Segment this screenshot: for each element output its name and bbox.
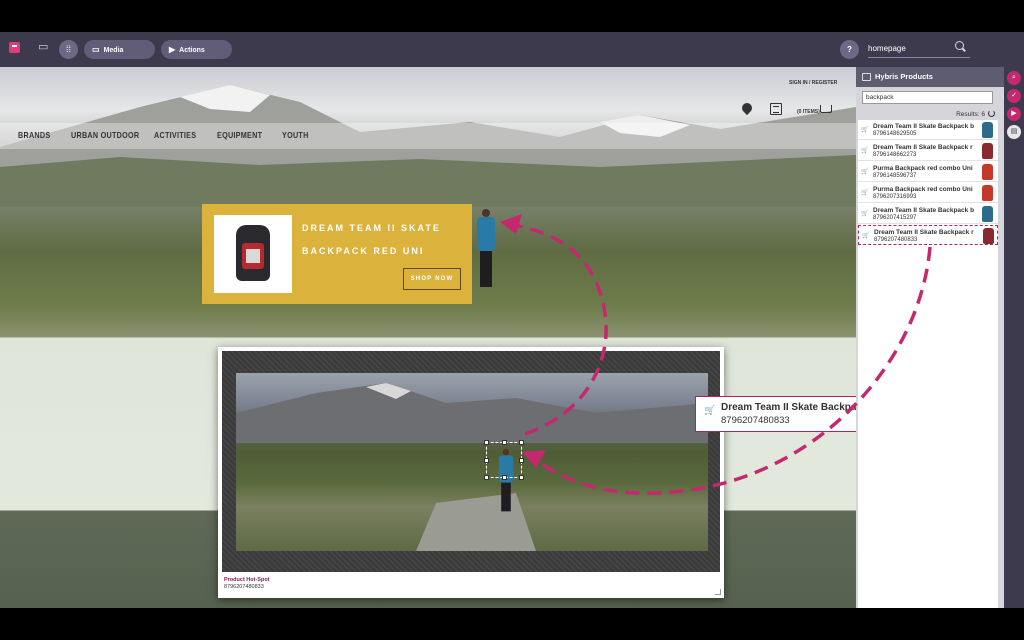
refresh-icon[interactable] — [988, 110, 995, 117]
product-name: Dream Team II Skate Backpack b — [873, 207, 975, 214]
hotspot-selection[interactable] — [484, 440, 524, 480]
panel-header: Hybris Products — [856, 67, 1004, 87]
product-code: 8796207415297 — [873, 215, 917, 221]
media-button[interactable]: ▭ Media — [84, 40, 155, 59]
hybris-products-panel: Hybris Products Results: 6 🛒 Dream Team I… — [856, 67, 1004, 608]
apps-grid-icon[interactable]: ⁞⁞ — [59, 40, 78, 59]
media-label: Media — [103, 47, 124, 54]
list-item[interactable]: 🛒 Dream Team II Skate Backpack b 879614862… — [858, 120, 998, 140]
list-item[interactable]: 🛒 Purma Backpack red combo Uni 87961485967… — [858, 162, 998, 182]
results-count: Results: 6 — [862, 110, 995, 118]
wishlist-icon[interactable] — [770, 103, 782, 115]
cart-icon: 🛒 — [861, 148, 869, 154]
search-icon[interactable] — [955, 41, 964, 50]
product-code: 8796148596737 — [873, 173, 917, 179]
search-icon[interactable]: ⌕ — [1007, 71, 1021, 85]
cart-icon: 🛒 — [862, 233, 870, 239]
product-name: Dream Team II Skate Backpack b — [873, 123, 975, 130]
top-toolbar: ▭ ⁞⁞ ▭ Media ▶ Actions ? — [0, 32, 1024, 67]
shop-now-button[interactable]: SHOP NOW — [403, 268, 461, 290]
cart-icon[interactable] — [820, 105, 832, 113]
product-thumbnail — [982, 185, 993, 201]
product-thumbnail — [982, 206, 993, 222]
media-icon: ▭ — [92, 45, 100, 54]
actions-label: Actions — [179, 47, 205, 54]
product-banner[interactable]: DREAM TEAM II SKATE BACKPACK RED UNI SHO… — [202, 204, 472, 304]
product-name: Purma Backpack red combo Uni — [873, 165, 973, 172]
dragged-product-code: 8796207480833 — [721, 415, 790, 426]
product-code: 8796148629505 — [873, 131, 917, 137]
product-search-input[interactable] — [862, 91, 993, 104]
backpack-image — [214, 215, 292, 293]
product-thumbnail — [982, 143, 993, 159]
device-preview-icon[interactable]: ▭ — [38, 40, 48, 53]
right-rail: ⌕ ✓ ▶ ▤ — [1004, 67, 1024, 608]
results-label: Results: 6 — [956, 111, 985, 118]
hotspot-canvas — [222, 351, 720, 572]
video-icon[interactable]: ▶ — [1007, 107, 1021, 121]
nav-brands[interactable]: BRANDS — [18, 130, 50, 140]
cart-icon: 🛒 — [861, 169, 869, 175]
resize-handle[interactable] — [715, 589, 721, 595]
nav-youth[interactable]: YOUTH — [282, 130, 309, 140]
app-logo-icon[interactable] — [9, 42, 20, 53]
product-name: Dream Team II Skate Backpack r — [874, 229, 974, 236]
help-button[interactable]: ? — [840, 40, 859, 59]
actions-button[interactable]: ▶ Actions — [161, 40, 232, 59]
nav-equipment[interactable]: EQUIPMENT — [217, 130, 262, 140]
cart-icon: 🛒 — [861, 190, 869, 196]
cart-count[interactable]: (0 ITEMS) — [797, 109, 820, 115]
sign-in-link[interactable]: SIGN IN / REGISTER — [789, 80, 837, 86]
cart-icon: 🛒 — [704, 405, 716, 415]
product-thumbnail — [982, 164, 993, 180]
panel-icon — [862, 73, 871, 81]
site-nav: BRANDS URBAN OUTDOOR ACTIVITIES EQUIPMEN… — [0, 123, 856, 149]
product-thumbnail — [982, 122, 993, 138]
hotspot-label: Product Hot-Spot — [224, 577, 270, 583]
list-item[interactable]: 🛒 Dream Team II Skate Backpack r 879614866… — [858, 141, 998, 161]
hiker-image — [474, 209, 498, 289]
list-item[interactable]: 🛒 Dream Team II Skate Backpack b 879620741… — [858, 204, 998, 224]
hotspot-editor[interactable]: Product Hot-Spot 8796207480833 — [218, 347, 724, 598]
product-code: 8796207316993 — [873, 194, 917, 200]
product-thumbnail — [983, 228, 994, 244]
print-icon[interactable]: ▤ — [1007, 125, 1021, 139]
nav-urban-outdoor[interactable]: URBAN OUTDOOR — [71, 130, 139, 140]
hotspot-code: 8796207480833 — [224, 584, 264, 590]
panel-title: Hybris Products — [875, 72, 933, 81]
list-item[interactable]: 🛒 Dream Team II Skate Backpack r 879620748… — [858, 225, 998, 245]
product-code: 8796207480833 — [874, 237, 918, 243]
cart-icon: 🛒 — [861, 211, 869, 217]
product-name: Purma Backpack red combo Uni — [873, 186, 973, 193]
product-code: 8796148662273 — [873, 152, 917, 158]
banner-title: DREAM TEAM II SKATE BACKPACK RED UNI — [302, 223, 441, 256]
cart-icon: 🛒 — [861, 127, 869, 133]
cms-window: ▭ ⁞⁞ ▭Media ▶Actions ? SIGN IN / REGISTE… — [0, 32, 1024, 608]
play-icon: ▶ — [169, 45, 176, 54]
product-list: 🛒 Dream Team II Skate Backpack b 879614862… — [858, 120, 998, 608]
hotspot-photo — [236, 373, 708, 551]
product-name: Dream Team II Skate Backpack r — [873, 144, 973, 151]
nav-activities[interactable]: ACTIVITIES — [154, 130, 196, 140]
check-icon[interactable]: ✓ — [1007, 89, 1021, 103]
list-item[interactable]: 🛒 Purma Backpack red combo Uni 87962073169… — [858, 183, 998, 203]
